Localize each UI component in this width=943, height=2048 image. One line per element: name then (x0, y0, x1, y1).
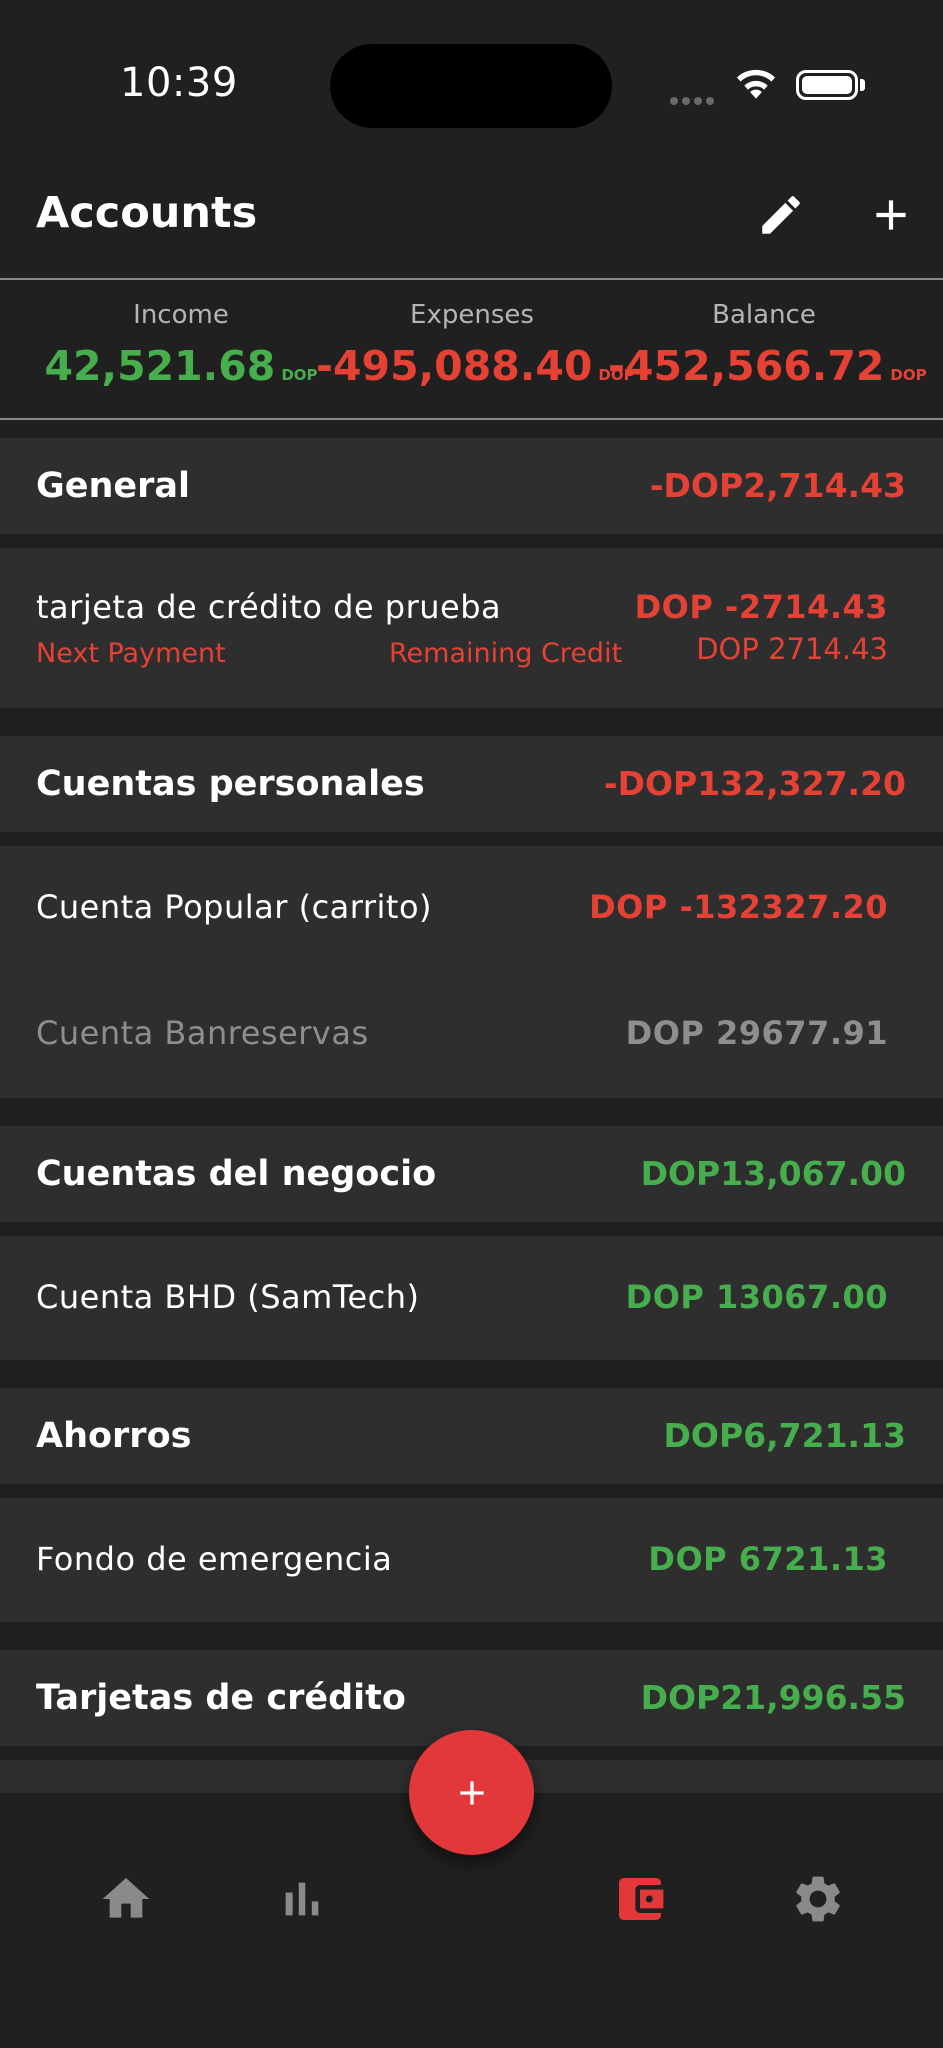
group-header-cuentas-personales[interactable]: Cuentas personales -DOP132,327.20 (0, 736, 943, 832)
nav-settings[interactable] (790, 1871, 846, 1927)
account-name: Cuenta BHD (SamTech) (36, 1278, 420, 1316)
nav-home[interactable] (98, 1871, 154, 1927)
divider (0, 418, 943, 420)
group-header-general[interactable]: General -DOP2,714.43 (0, 438, 943, 534)
dynamic-island (330, 44, 612, 128)
group-total: -DOP2,714.43 (649, 466, 906, 505)
bar-chart-icon (285, 1882, 319, 1916)
plus-icon (876, 200, 906, 230)
next-payment-label: Next Payment (36, 638, 226, 669)
home-icon (102, 1878, 150, 1918)
income-value: 42,521.68 (44, 342, 276, 390)
account-row-cuenta-bhd[interactable]: Cuenta BHD (SamTech) DOP 13067.00 (0, 1236, 943, 1360)
account-row-cuenta-popular[interactable]: Cuenta Popular (carrito) DOP -132327.20 (0, 846, 943, 972)
account-name: Cuenta Banreservas (36, 1014, 369, 1052)
account-balance: DOP 6721.13 (648, 1540, 888, 1578)
status-time: 10:39 (120, 60, 238, 106)
add-transaction-button[interactable] (409, 1730, 534, 1855)
expenses-summary: Expenses -495,088.40 DOP (316, 300, 635, 390)
balance-summary: Balance -452,566.72 DOP (608, 300, 927, 390)
group-total: -DOP132,327.20 (603, 764, 906, 803)
group-total: DOP6,721.13 (663, 1416, 906, 1455)
group-total: DOP21,996.55 (640, 1678, 906, 1717)
group-accounts-cuentas-personales: Cuenta Popular (carrito) DOP -132327.20 … (0, 846, 943, 1098)
nav-statistics[interactable] (274, 1871, 330, 1927)
income-label: Income (133, 300, 229, 330)
cellular-signal-icon (670, 90, 718, 109)
group-name: Tarjetas de crédito (36, 1678, 406, 1718)
remaining-credit-label: Remaining Credit (389, 638, 623, 669)
income-summary: Income 42,521.68 DOP (0, 300, 362, 390)
account-balance: DOP 13067.00 (625, 1278, 888, 1316)
group-name: Cuentas personales (36, 764, 425, 804)
plus-icon (460, 1781, 484, 1805)
battery-icon (796, 70, 858, 100)
group-name: General (36, 466, 190, 506)
group-name: Ahorros (36, 1416, 192, 1456)
nav-accounts[interactable] (612, 1871, 668, 1927)
account-balance: DOP -2714.43 (634, 588, 888, 626)
gear-icon (796, 1876, 840, 1922)
account-row-cuenta-banreservas[interactable]: Cuenta Banreservas DOP 29677.91 (0, 972, 943, 1098)
account-name: Fondo de emergencia (36, 1540, 393, 1578)
remaining-credit-value: DOP 2714.43 (696, 632, 888, 666)
account-balance: DOP -132327.20 (589, 888, 888, 926)
account-row-fondo-emergencia[interactable]: Fondo de emergencia DOP 6721.13 (0, 1498, 943, 1622)
edit-button[interactable] (756, 190, 806, 240)
account-row-tarjeta-prueba[interactable]: tarjeta de crédito de prueba DOP -2714.4… (0, 548, 943, 708)
group-total: DOP13,067.00 (640, 1154, 906, 1193)
add-account-button[interactable] (866, 190, 916, 240)
expenses-value: -495,088.40 (316, 342, 593, 390)
balance-value: -452,566.72 (608, 342, 885, 390)
wifi-icon (734, 66, 778, 104)
account-balance: DOP 29677.91 (625, 1014, 888, 1052)
expenses-label: Expenses (410, 300, 534, 330)
pencil-icon (762, 196, 800, 234)
balance-label: Balance (712, 300, 816, 330)
group-header-ahorros[interactable]: Ahorros DOP6,721.13 (0, 1388, 943, 1484)
account-name: tarjeta de crédito de prueba (36, 588, 502, 626)
balance-currency: DOP (890, 366, 927, 384)
wallet-icon (619, 1878, 664, 1920)
page-title: Accounts (36, 188, 258, 238)
income-currency: DOP (281, 366, 318, 384)
group-name: Cuentas del negocio (36, 1154, 437, 1194)
divider (0, 278, 943, 280)
battery-tip (860, 79, 865, 91)
account-name: Cuenta Popular (carrito) (36, 888, 433, 926)
group-header-cuentas-del-negocio[interactable]: Cuentas del negocio DOP13,067.00 (0, 1126, 943, 1222)
